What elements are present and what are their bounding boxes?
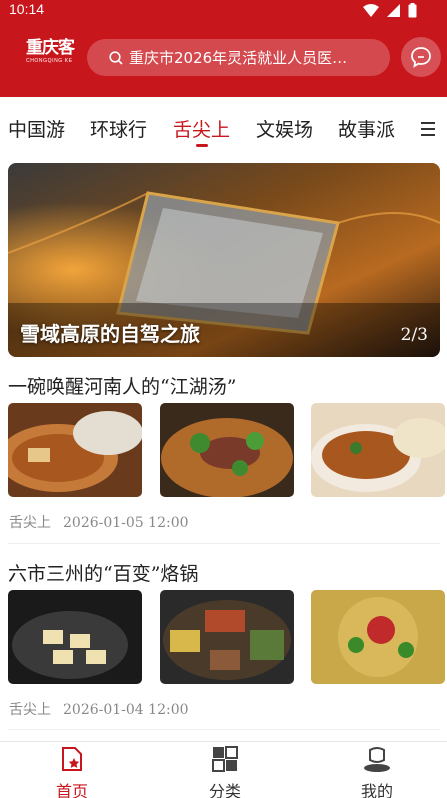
article-meta: 舌尖上 2026-01-04 12:00 [9, 699, 189, 719]
divider [8, 543, 440, 544]
search-icon [109, 50, 123, 65]
nav-profile-label: 我的 [360, 782, 393, 798]
tab-stories[interactable]: 故事派 [338, 115, 395, 142]
bottom-nav: 首页 分类 我的 [0, 741, 447, 798]
article-thumbnail [311, 590, 445, 684]
tab-entertainment[interactable]: 文娱场 [256, 115, 313, 142]
status-icons [363, 3, 417, 18]
search-input[interactable]: 重庆市2026年灵活就业人员医… [87, 39, 390, 76]
nav-home-label: 首页 [55, 782, 88, 798]
tab-cuisine[interactable]: 舌尖上 [173, 115, 230, 142]
search-placeholder: 重庆市2026年灵活就业人员医… [129, 49, 348, 67]
category-tabs: 中国游 环球行 舌尖上 文娱场 故事派 [0, 97, 447, 157]
article-thumbnail [160, 403, 294, 497]
article-title: 六市三州的“百变”烙锅 [8, 563, 199, 585]
menu-icon[interactable] [421, 122, 435, 140]
nav-home[interactable]: 首页 [42, 746, 102, 798]
logo-text: 重庆客 [26, 38, 75, 58]
article-thumbnail [160, 590, 294, 684]
app-logo: 重庆客 CHONGQING KE [26, 38, 76, 64]
battery-icon [408, 3, 417, 18]
status-time: 10:14 [9, 1, 45, 17]
nav-category-label: 分类 [208, 782, 241, 798]
featured-banner[interactable]: 雪域高原的自驾之旅 2/3 [8, 163, 440, 357]
app-header: 重庆客 CHONGQING KE 重庆市2026年灵活就业人员医… [0, 22, 447, 97]
status-bar: 10:14 [0, 0, 447, 22]
article-thumbnail [8, 590, 142, 684]
article-thumbnail [8, 403, 142, 497]
profile-icon [364, 747, 390, 772]
banner-title: 雪域高原的自驾之旅 [20, 322, 200, 346]
article-thumbnail [311, 403, 445, 497]
chat-bubble-icon [411, 47, 431, 68]
wifi-icon [363, 4, 379, 17]
article-date: 2026-01-05 12:00 [63, 515, 189, 531]
signal-icon [387, 4, 400, 17]
message-button[interactable] [401, 37, 441, 77]
category-grid-icon [212, 746, 238, 772]
home-doc-icon [62, 747, 82, 771]
nav-profile[interactable]: 我的 [347, 746, 407, 798]
article-meta: 舌尖上 2026-01-05 12:00 [9, 512, 189, 532]
banner-page-indicator: 2/3 [400, 325, 428, 345]
divider [8, 729, 440, 730]
tab-global-travel[interactable]: 环球行 [90, 115, 147, 142]
logo-subtext: CHONGQING KE [26, 58, 73, 64]
article-category: 舌尖上 [9, 515, 51, 531]
nav-category[interactable]: 分类 [195, 746, 255, 798]
article-category: 舌尖上 [9, 702, 51, 718]
active-tab-indicator [196, 144, 208, 147]
article-title: 一碗唤醒河南人的“江湖汤” [8, 376, 237, 398]
article-date: 2026-01-04 12:00 [63, 702, 189, 718]
tab-china-travel[interactable]: 中国游 [8, 115, 65, 142]
